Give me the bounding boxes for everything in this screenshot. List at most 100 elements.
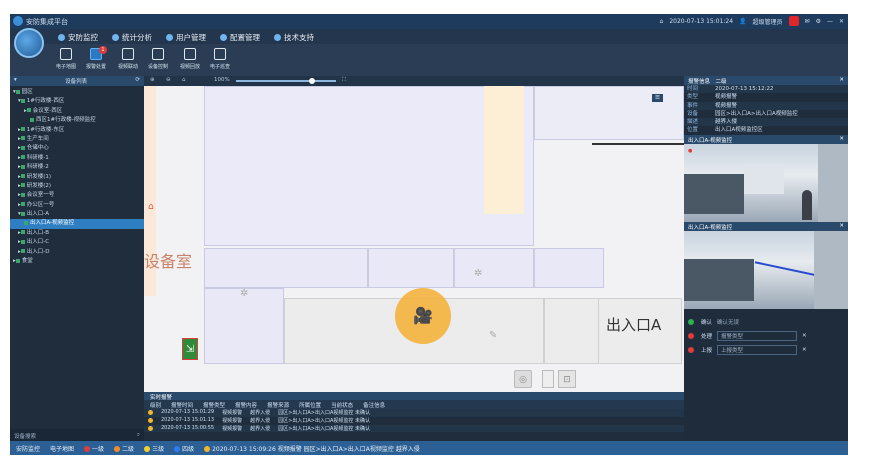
tree-item[interactable]: ▾ 园区 [10,88,144,97]
title-bar: 安防集成平台 ⌂ 2020-07-13 15:01:24 👤 超级管理员 ✉ ⚙… [10,14,848,29]
alarm-indicator-icon[interactable] [788,16,799,26]
message-icon[interactable]: ✉ [805,18,810,25]
room-label-exit-a: 出入口A [606,316,662,334]
person-figure [802,189,812,220]
datetime: 2020-07-13 15:01:24 [669,17,734,25]
tree-item[interactable]: ▸ 科研楼-2 [10,163,144,172]
collapse-icon[interactable]: ▾ [14,77,17,85]
report-icon [688,346,694,353]
clear-icon[interactable]: ✕ [802,333,807,339]
search-icon[interactable]: ⌕ [137,432,140,439]
minimize-icon[interactable]: — [827,18,833,25]
close-icon[interactable]: ✕ [839,18,844,25]
status-map[interactable]: 电子地图 [50,444,74,453]
menu-users[interactable]: 用户管理 [166,32,206,43]
map-room [368,248,454,288]
tree-item[interactable]: 西区1#行政楼-视频监控 [10,116,144,125]
alarm-badge: 1 [99,46,107,54]
clear-icon[interactable]: ✕ [802,347,807,353]
tree-item[interactable]: ▸ 出入口-D [10,248,144,257]
menu-security[interactable]: 安防监控 [58,32,98,43]
app-logo-icon [13,16,23,26]
tool-video-link[interactable]: 视频联动 [114,46,142,74]
map-room-icon: ⌂ [148,202,154,212]
confirm-input[interactable]: 确认无误 [717,318,739,326]
device-search[interactable]: 设备搜索 ⌕ [10,429,144,441]
close-icon[interactable]: ✕ [839,136,844,143]
report-select[interactable]: 上报类型 [717,344,798,355]
tool-emap[interactable]: 电子地图 [52,46,80,74]
tree-item[interactable]: ▸ 食堂 [10,257,144,266]
tool-device[interactable]: 设备控制 [144,46,172,74]
tree-item[interactable]: ▸ 出入口-B [10,229,144,238]
fit-icon[interactable]: ⌂ [182,77,186,83]
confirm-icon [688,318,694,325]
handle-select[interactable]: 报警类型 [717,330,798,341]
video-feed-1[interactable]: ● [684,143,848,222]
tree-item[interactable]: ▸ 办公区一号 [10,201,144,210]
fullscreen-icon[interactable]: ⛶ [342,77,346,84]
close-icon[interactable]: ✕ [839,223,844,230]
home-icon[interactable]: ⌂ [660,18,664,25]
menu-config[interactable]: 配置管理 [220,32,260,43]
tree-item[interactable]: ▸ 出入口-C [10,238,144,247]
level-dot [148,425,153,431]
tree-item[interactable]: ▸ 会议室-西区 [10,107,144,116]
device-marker-icon[interactable]: ◎ [514,370,532,388]
device-tree-panel: ▾ 设备列表 ⟳ ▾ 园区 ▾ 1#行政楼-西区 ▸ 会议室-西区 西区1#行政楼-视… [10,76,144,441]
map-legend-button[interactable]: ☰ [652,94,663,102]
tree-item[interactable]: ▸ 研发楼(1) [10,173,144,182]
zoom-out-icon[interactable]: ⊖ [166,77,171,83]
camera-icon[interactable]: 🎥 [410,306,436,325]
report-label: 上报 [701,347,713,354]
zoom-slider[interactable] [236,80,336,82]
handle-label: 处理 [701,333,713,340]
zoom-in-icon[interactable]: ⊕ [150,77,155,83]
app-window: 安防集成平台 ⌂ 2020-07-13 15:01:24 👤 超级管理员 ✉ ⚙… [10,14,848,455]
refresh-icon[interactable]: ⟳ [135,77,140,85]
office-desk [684,258,754,301]
table-row[interactable]: 2020-07-13 15:01:13 视频报警 越界入侵 园区>出入口A>出入口A视… [144,417,684,425]
confirm-label: 确认 [701,319,713,326]
close-icon[interactable]: ✕ [839,77,844,84]
tree-item[interactable]: ▸ 科研楼-1 [10,154,144,163]
camera-icon [184,48,196,60]
status-system[interactable]: 安防监控 [16,444,40,453]
device-marker-icon[interactable] [542,370,554,388]
tree-item[interactable]: ▸ 研发楼(2) [10,182,144,191]
legend-level-3: 三级 [144,444,164,453]
table-row[interactable]: 2020-07-13 15:00:55 视频报警 越界入侵 园区>出入口A>出入口A视… [144,424,684,433]
tree-item[interactable]: ▸ 仓储中心 [10,144,144,153]
device-marker-icon[interactable]: ⊡ [558,370,576,388]
handle-icon [688,332,694,339]
tool-patrol[interactable]: 电子巡查 [206,46,234,74]
map-corridor [484,86,524,214]
user-name[interactable]: 超级管理员 [753,17,783,26]
floor-map[interactable]: ⊕ ⊖ ⌂ 100% ⛶ ⌂ 设备室 出入口A ✲ ✲ ✎ ◎ ⊡ ⇲ � [144,76,684,392]
alarm-ticker[interactable]: 2020-07-13 15:09:26 视频报警 园区>出入口A>出入口A视频监… [204,444,420,453]
tool-alarm[interactable]: 1 报警处置 [82,46,110,74]
app-title: 安防集成平台 [26,18,68,26]
zoom-slider-handle[interactable] [309,78,315,84]
legend-level-2: 二级 [114,444,134,453]
menu-statistics[interactable]: 统计分析 [112,32,152,43]
level-dot [148,410,153,415]
tree-item[interactable]: ▸ 生产车间 [10,135,144,144]
alarm-table-panel: 实时报警 级别 报警时间 报警类型 报警内容 报警来源 所属位置 当前状态 备注信息 2020… [144,392,684,441]
device-tree-title: 设备列表 [65,79,88,85]
settings-icon[interactable]: ⚙ [816,18,821,25]
tree-item[interactable]: ▾ 1#行政楼-西区 [10,97,144,106]
office-wall [818,143,848,222]
tree-item[interactable]: ▸ 会议室一号 [10,191,144,200]
map-room [204,288,284,364]
exit-sign-icon[interactable]: ⇲ [182,338,198,360]
menu-support[interactable]: 技术支持 [274,32,314,43]
tool-playback[interactable]: 视频回放 [176,46,204,74]
map-room [534,248,604,288]
table-row[interactable]: 2020-07-13 15:01:29 视频报警 越界入侵 园区>出入口A>出入口A视… [144,409,684,417]
video-feed-2[interactable] [684,230,848,309]
tree-item[interactable]: ▸ 1#行政楼-东区 [10,126,144,135]
user-icon: 👤 [739,17,747,25]
tree-item[interactable]: ▾ 出入口-A [10,210,144,219]
tree-item-selected[interactable]: 出入口A-视频监控 [10,219,144,229]
